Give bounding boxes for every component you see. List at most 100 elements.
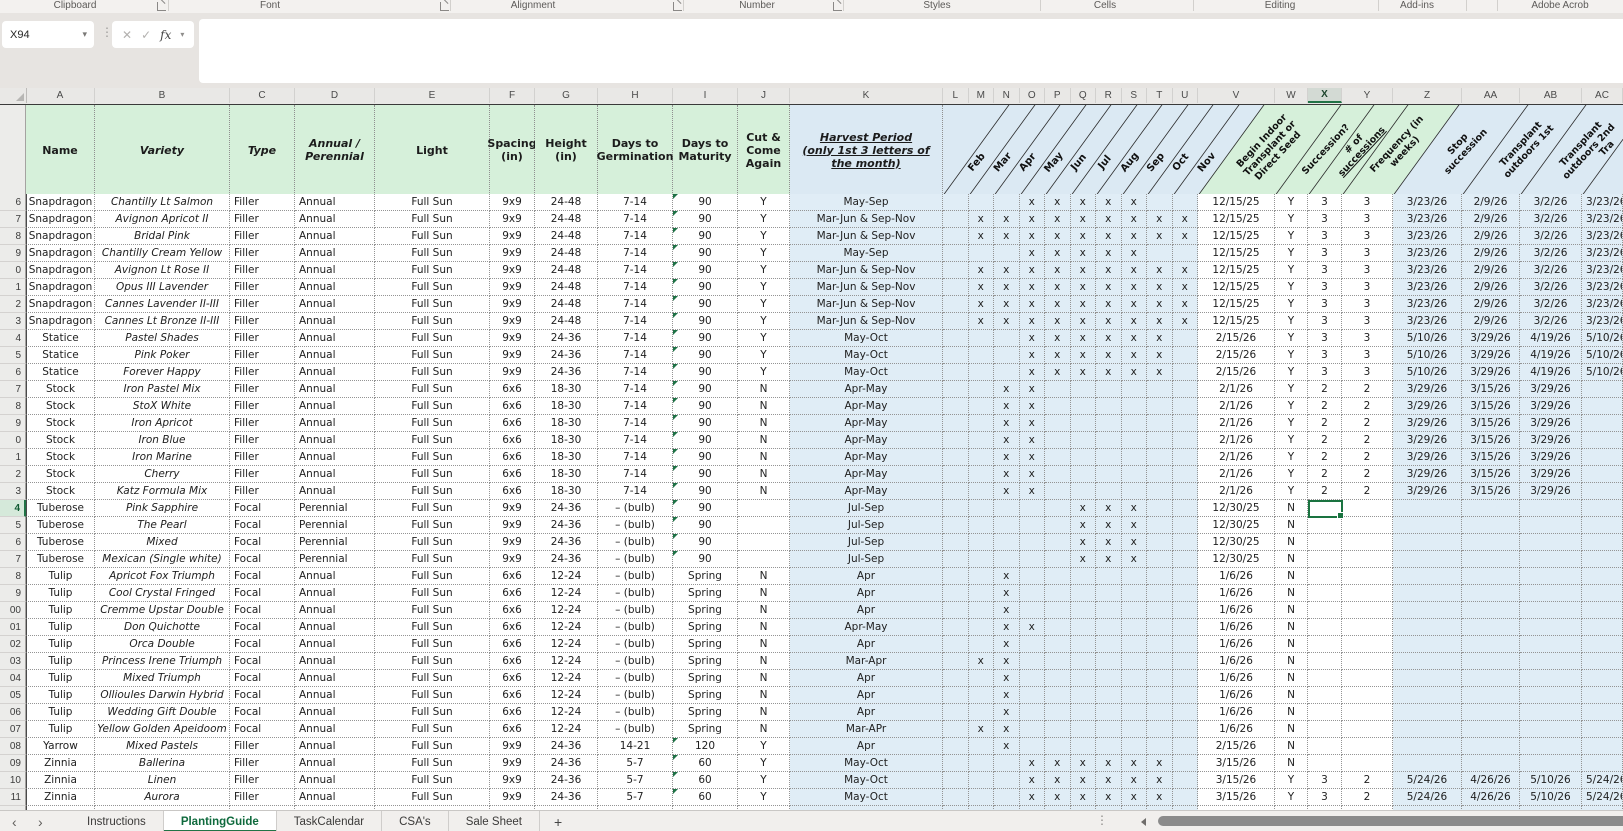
cell-V101[interactable]: 1/6/26: [1198, 619, 1275, 636]
cell-D79[interactable]: Annual: [295, 245, 375, 262]
column-header-AB[interactable]: AB: [1520, 88, 1582, 103]
cell-U108[interactable]: [1173, 738, 1199, 755]
cell-A105[interactable]: Tulip: [26, 687, 95, 704]
cell-A103[interactable]: Tulip: [26, 653, 95, 670]
cell-A83[interactable]: Snapdragon: [26, 313, 95, 330]
cell-W86[interactable]: Y: [1275, 364, 1308, 381]
cell-Z76[interactable]: 3/23/26: [1393, 194, 1462, 211]
cell-Z81[interactable]: 3/23/26: [1393, 279, 1462, 296]
cell-H92[interactable]: 7-14: [598, 466, 673, 483]
cell-T82[interactable]: x: [1147, 296, 1173, 313]
cell-Z84[interactable]: 5/10/26: [1393, 330, 1462, 347]
cell-Y106[interactable]: [1342, 704, 1393, 721]
cell-P98[interactable]: [1045, 568, 1071, 585]
cell-V86[interactable]: 2/15/26: [1198, 364, 1275, 381]
cell-B87[interactable]: Iron Pastel Mix: [95, 381, 230, 398]
row-header-91[interactable]: 1: [0, 449, 26, 466]
cell-T87[interactable]: [1147, 381, 1173, 398]
cell-X97[interactable]: [1308, 551, 1342, 568]
row-header-98[interactable]: 8: [0, 568, 26, 585]
cell-X95[interactable]: [1308, 517, 1342, 534]
cell-B104[interactable]: Mixed Triumph: [95, 670, 230, 687]
cell-P94[interactable]: [1045, 500, 1071, 517]
cell-A104[interactable]: Tulip: [26, 670, 95, 687]
cell-P95[interactable]: [1045, 517, 1071, 534]
cell-Z102[interactable]: [1393, 636, 1462, 653]
cell-Z88[interactable]: 3/29/26: [1393, 398, 1462, 415]
table-header-G[interactable]: Height (in): [535, 105, 598, 195]
cell-D90[interactable]: Annual: [295, 432, 375, 449]
cell-O105[interactable]: [1020, 687, 1046, 704]
cell-V89[interactable]: 2/1/26: [1198, 415, 1275, 432]
cell-AB101[interactable]: [1520, 619, 1582, 636]
column-header-O[interactable]: O: [1020, 88, 1046, 103]
cell-C110[interactable]: Filler: [230, 772, 295, 789]
cell-Q87[interactable]: [1071, 381, 1097, 398]
cell-T102[interactable]: [1147, 636, 1173, 653]
cell-C103[interactable]: Focal: [230, 653, 295, 670]
column-header-V[interactable]: V: [1198, 88, 1275, 103]
cell-J76[interactable]: Y: [738, 194, 790, 211]
cell-I84[interactable]: 90: [673, 330, 738, 347]
cell-Y83[interactable]: 3: [1342, 313, 1393, 330]
cell-W109[interactable]: N: [1275, 755, 1308, 772]
cell-U100[interactable]: [1173, 602, 1199, 619]
cell-W104[interactable]: N: [1275, 670, 1308, 687]
cell-P97[interactable]: [1045, 551, 1071, 568]
cell-A96[interactable]: Tuberose: [26, 534, 95, 551]
cell-N82[interactable]: x: [994, 296, 1020, 313]
cell-S101[interactable]: [1122, 619, 1148, 636]
cell-X108[interactable]: [1308, 738, 1342, 755]
cell-AB103[interactable]: [1520, 653, 1582, 670]
cell-E107[interactable]: Full Sun: [375, 721, 490, 738]
cell-G109[interactable]: 24-36: [535, 755, 598, 772]
cell-S93[interactable]: [1122, 483, 1148, 500]
cell-G93[interactable]: 18-30: [535, 483, 598, 500]
cell-E87[interactable]: Full Sun: [375, 381, 490, 398]
cell-P79[interactable]: x: [1045, 245, 1071, 262]
cell-AC89[interactable]: [1582, 415, 1623, 432]
row-header-85[interactable]: 5: [0, 347, 26, 364]
cell-F89[interactable]: 6x6: [490, 415, 535, 432]
cell-H101[interactable]: – (bulb): [598, 619, 673, 636]
cell-AC105[interactable]: [1582, 687, 1623, 704]
cell-B86[interactable]: Forever Happy: [95, 364, 230, 381]
cell-A76[interactable]: Snapdragon: [26, 194, 95, 211]
cell-N107[interactable]: x: [994, 721, 1020, 738]
cell-B94[interactable]: Pink Sapphire: [95, 500, 230, 517]
cell-AA92[interactable]: 3/15/26: [1462, 466, 1520, 483]
cell-S82[interactable]: x: [1122, 296, 1148, 313]
ribbon-group-alignment[interactable]: Alignment: [511, 0, 555, 11]
cell-K110[interactable]: May-Oct: [790, 772, 943, 789]
cell-AB109[interactable]: [1520, 755, 1582, 772]
cell-M87[interactable]: [969, 381, 995, 398]
cell-F102[interactable]: 6x6: [490, 636, 535, 653]
cell-J86[interactable]: Y: [738, 364, 790, 381]
cell-J83[interactable]: Y: [738, 313, 790, 330]
column-header-P[interactable]: P: [1045, 88, 1071, 103]
cell-H83[interactable]: 7-14: [598, 313, 673, 330]
cell-E85[interactable]: Full Sun: [375, 347, 490, 364]
cell-N93[interactable]: x: [994, 483, 1020, 500]
cell-AA86[interactable]: 3/29/26: [1462, 364, 1520, 381]
cell-W78[interactable]: Y: [1275, 228, 1308, 245]
cell-H95[interactable]: – (bulb): [598, 517, 673, 534]
cell-X87[interactable]: 2: [1308, 381, 1342, 398]
table-header-C[interactable]: Type: [230, 105, 295, 195]
cell-K92[interactable]: Apr-May: [790, 466, 943, 483]
cell-AC82[interactable]: 3/23/26: [1582, 296, 1623, 313]
cell-N105[interactable]: x: [994, 687, 1020, 704]
cell-Z99[interactable]: [1393, 585, 1462, 602]
cell-K87[interactable]: Apr-May: [790, 381, 943, 398]
cell-K109[interactable]: May-Oct: [790, 755, 943, 772]
cell-AA97[interactable]: [1462, 551, 1520, 568]
ribbon-group-editing[interactable]: Editing: [1265, 0, 1296, 11]
cell-G108[interactable]: 24-36: [535, 738, 598, 755]
cell-C100[interactable]: Focal: [230, 602, 295, 619]
cell-M110[interactable]: [969, 772, 995, 789]
cell-V90[interactable]: 2/1/26: [1198, 432, 1275, 449]
cell-P91[interactable]: [1045, 449, 1071, 466]
cell-J84[interactable]: Y: [738, 330, 790, 347]
cell-I87[interactable]: 90: [673, 381, 738, 398]
cell-J98[interactable]: N: [738, 568, 790, 585]
